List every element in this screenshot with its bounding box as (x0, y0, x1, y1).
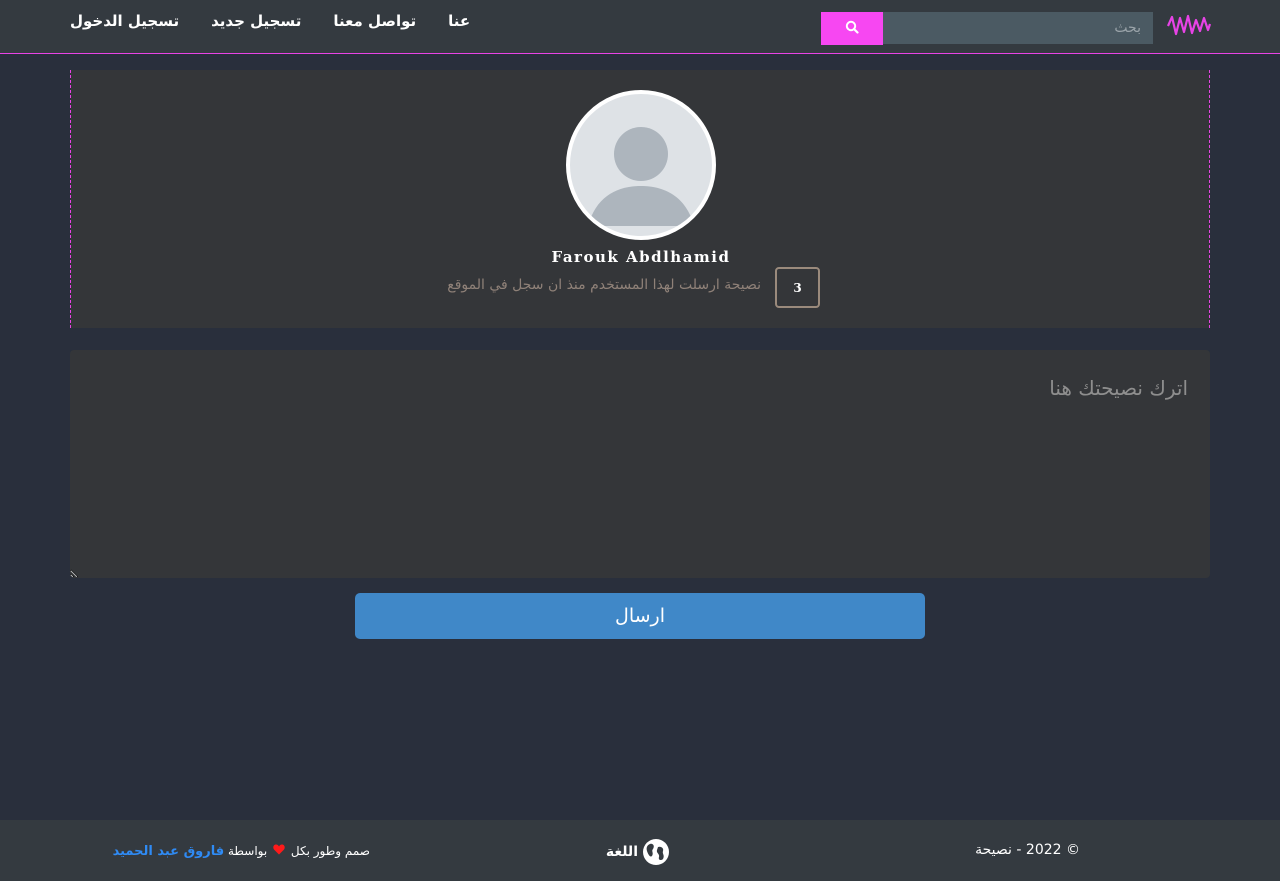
advice-count-label: نصيحة ارسلت لهذا المستخدم منذ ان سجل في … (447, 277, 761, 293)
nav-login[interactable]: تسجيل الدخول (70, 12, 179, 36)
author-link[interactable]: فاروق عبد الحميد (113, 844, 225, 859)
wave-logo-icon[interactable] (1166, 12, 1212, 40)
heart-icon (273, 844, 285, 858)
footer: © 2022 - نصيحة اللغة صمم وطور بكل بواسطة… (0, 820, 1280, 881)
language-label: اللغة (605, 844, 638, 860)
send-button[interactable]: ارسال (355, 593, 925, 639)
user-silhouette-icon (588, 127, 694, 226)
avatar (566, 90, 716, 240)
advice-count-badge: 3 (775, 267, 820, 308)
nav-links: تسجيل الدخول تسجيل جديد تواصل معنا عنا (70, 12, 470, 36)
globe-icon (642, 838, 670, 866)
top-navbar: تسجيل الدخول تسجيل جديد تواصل معنا عنا (0, 0, 1280, 54)
profile-name: Farouk Abdlhamid (551, 248, 731, 266)
advice-textarea[interactable] (70, 350, 1210, 578)
nav-contact[interactable]: تواصل معنا (333, 12, 416, 36)
credit-text: صمم وطور بكل بواسطة فاروق عبد الحميد (70, 844, 370, 859)
search-icon (845, 20, 859, 37)
profile-card: Farouk Abdlhamid 3 نصيحة ارسلت لهذا المس… (70, 70, 1210, 328)
credit-by: بواسطة (227, 844, 268, 858)
nav-register[interactable]: تسجيل جديد (211, 12, 301, 36)
nav-about[interactable]: عنا (448, 12, 470, 36)
copyright-text: © 2022 - نصيحة (975, 842, 1080, 858)
credit-prefix: صمم وطور بكل (290, 844, 370, 858)
search-input[interactable] (883, 12, 1153, 44)
language-selector[interactable]: اللغة (560, 838, 670, 866)
search-button[interactable] (821, 12, 883, 45)
